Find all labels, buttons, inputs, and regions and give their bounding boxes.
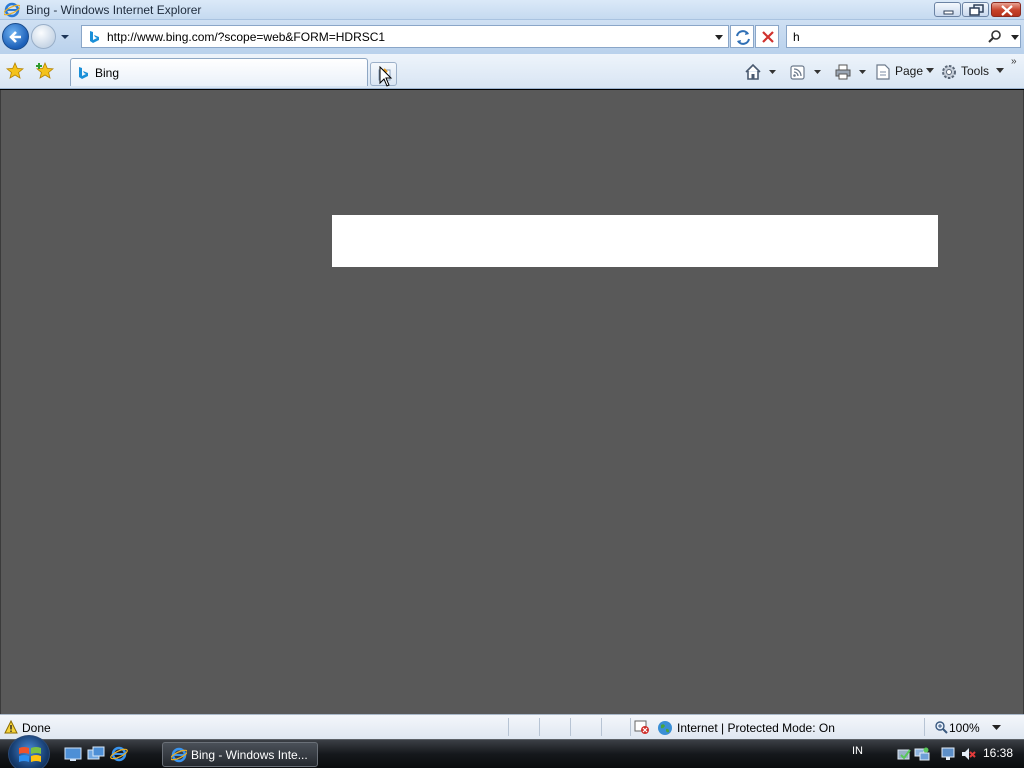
bing-favicon-icon bbox=[90, 31, 99, 43]
bing-favicon-icon bbox=[79, 67, 88, 79]
minimize-button[interactable] bbox=[934, 2, 961, 17]
print-button[interactable] bbox=[834, 63, 870, 81]
network-icon[interactable] bbox=[914, 746, 930, 762]
close-icon bbox=[1001, 5, 1013, 16]
system-clock[interactable]: 16:38 bbox=[983, 746, 1013, 760]
status-divider bbox=[630, 718, 631, 736]
address-url[interactable]: http://www.bing.com/?scope=web&FORM=HDRS… bbox=[107, 30, 385, 44]
security-zone-text[interactable]: Internet | Protected Mode: On bbox=[677, 721, 835, 735]
zoom-level[interactable]: 100% bbox=[949, 721, 980, 735]
search-input[interactable]: h bbox=[793, 30, 800, 44]
taskbar-item-internet-explorer[interactable]: Bing - Windows Inte... bbox=[162, 742, 318, 767]
refresh-button[interactable] bbox=[730, 25, 754, 48]
internet-explorer-icon bbox=[4, 2, 20, 18]
search-options-dropdown-icon[interactable] bbox=[1010, 34, 1020, 42]
status-bar: Done Internet | Protected Mode: On 100% bbox=[0, 714, 1024, 739]
feeds-button[interactable] bbox=[789, 63, 825, 81]
status-text: Done bbox=[22, 721, 51, 735]
address-bar[interactable]: http://www.bing.com/?scope=web&FORM=HDRS… bbox=[81, 25, 729, 48]
taskbar-item-label: Bing - Windows Inte... bbox=[191, 748, 308, 762]
volume-muted-icon[interactable] bbox=[960, 746, 976, 762]
page-content bbox=[0, 90, 1024, 714]
title-bar: Bing - Windows Internet Explorer bbox=[0, 0, 1024, 20]
language-indicator[interactable]: IN bbox=[852, 745, 863, 757]
gear-icon bbox=[942, 65, 956, 79]
stop-button[interactable] bbox=[755, 25, 779, 48]
restore-button[interactable] bbox=[962, 2, 989, 17]
page-icon bbox=[876, 64, 890, 80]
status-divider bbox=[508, 718, 509, 736]
status-divider bbox=[570, 718, 571, 736]
show-desktop-icon[interactable] bbox=[64, 746, 82, 762]
back-button[interactable] bbox=[2, 23, 29, 50]
zoom-dropdown-icon[interactable] bbox=[992, 725, 1001, 731]
refresh-icon bbox=[736, 30, 750, 45]
monitor-icon[interactable] bbox=[941, 746, 957, 762]
warning-icon bbox=[4, 720, 18, 734]
popup-blocked-icon[interactable] bbox=[634, 720, 650, 734]
page-menu-label: Page bbox=[895, 64, 924, 78]
address-dropdown-icon[interactable] bbox=[714, 34, 724, 42]
printer-icon bbox=[835, 64, 866, 80]
favorites-center-icon[interactable] bbox=[6, 62, 24, 80]
home-icon bbox=[745, 63, 776, 80]
home-button[interactable] bbox=[744, 63, 780, 81]
tools-menu-button[interactable]: Tools bbox=[940, 63, 1006, 81]
forward-button[interactable] bbox=[31, 24, 56, 49]
rss-feed-icon bbox=[790, 65, 821, 80]
internet-explorer-quicklaunch-icon[interactable] bbox=[110, 746, 128, 762]
window-title: Bing - Windows Internet Explorer bbox=[26, 3, 202, 17]
command-bar: Bing Page Tools » bbox=[0, 54, 1024, 89]
recent-pages-dropdown-icon[interactable] bbox=[60, 33, 70, 41]
status-divider bbox=[924, 718, 925, 736]
search-box[interactable]: h bbox=[786, 25, 1021, 48]
page-menu-button[interactable]: Page bbox=[874, 63, 936, 81]
tools-menu-label: Tools bbox=[961, 64, 990, 78]
close-window-button[interactable] bbox=[991, 2, 1021, 17]
restore-icon bbox=[969, 4, 984, 16]
internet-zone-globe-icon bbox=[658, 721, 672, 735]
tab-bing[interactable]: Bing bbox=[70, 58, 368, 86]
switch-windows-icon[interactable] bbox=[87, 746, 105, 762]
taskbar: Bing - Windows Inte... IN 16:38 bbox=[0, 735, 1024, 768]
windows-logo-icon bbox=[19, 747, 41, 762]
navigation-bar: http://www.bing.com/?scope=web&FORM=HDRS… bbox=[0, 20, 1024, 54]
stop-icon bbox=[762, 31, 774, 43]
start-button[interactable] bbox=[8, 735, 50, 768]
status-divider bbox=[601, 718, 602, 736]
mouse-cursor-icon bbox=[379, 66, 393, 87]
safely-remove-hardware-icon[interactable] bbox=[896, 746, 912, 762]
tab-label: Bing bbox=[95, 66, 120, 80]
overlay-box bbox=[332, 215, 938, 267]
tools-menu-dropdown-icon bbox=[996, 68, 1004, 73]
add-to-favorites-icon[interactable] bbox=[36, 62, 54, 80]
minimize-icon bbox=[943, 10, 954, 15]
status-divider bbox=[539, 718, 540, 736]
internet-explorer-icon bbox=[171, 747, 187, 763]
search-icon[interactable] bbox=[987, 29, 1003, 45]
more-commands-button[interactable]: » bbox=[1011, 56, 1017, 67]
zoom-icon[interactable] bbox=[934, 720, 948, 734]
back-arrow-icon bbox=[9, 31, 21, 43]
page-menu-dropdown-icon bbox=[926, 68, 934, 73]
